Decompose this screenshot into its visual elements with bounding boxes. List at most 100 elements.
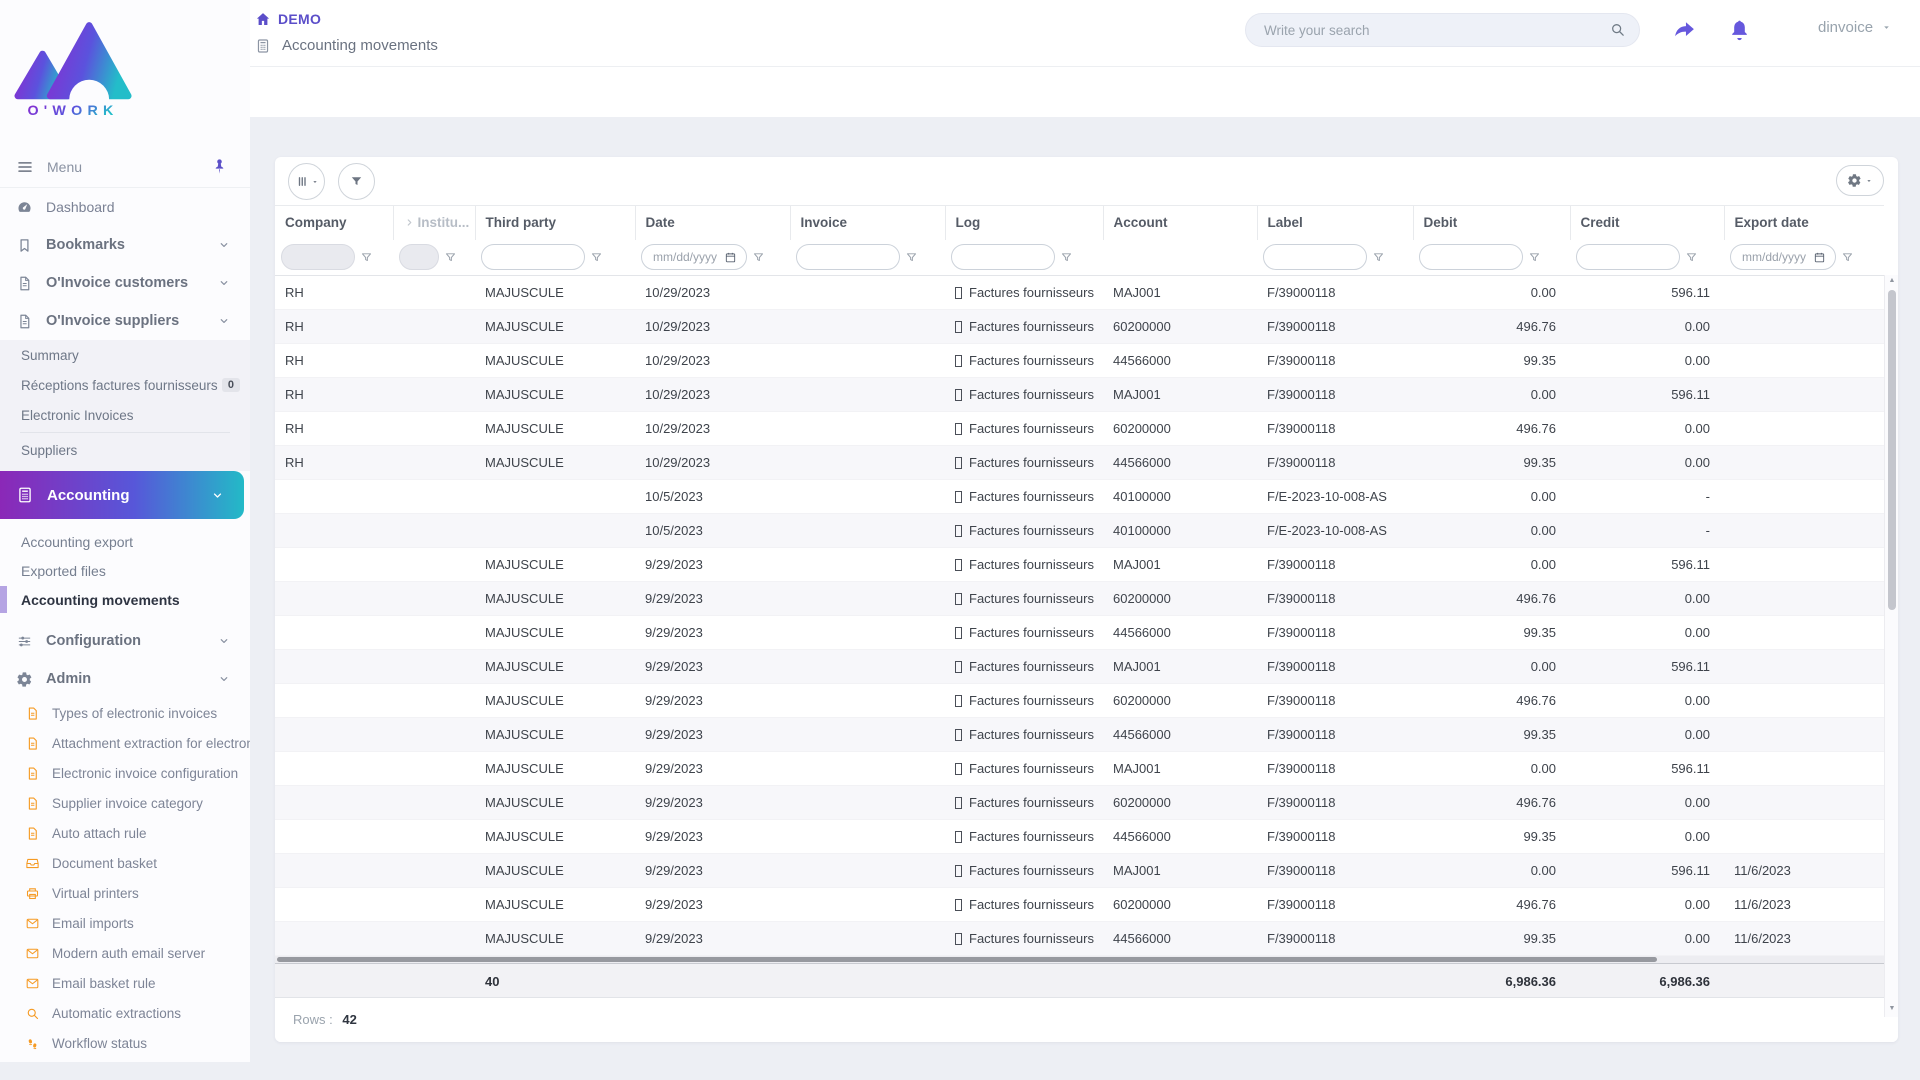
filter-input-third-party[interactable] xyxy=(481,244,585,271)
column-header-credit[interactable]: Credit xyxy=(1569,205,1724,240)
filter-funnel-icon[interactable] xyxy=(1372,251,1385,264)
gauge-icon xyxy=(16,199,33,216)
sidebar-item-receptions-factures-fournisseurs[interactable]: Réceptions factures fournisseurs 0 xyxy=(0,370,250,400)
column-header-export-date[interactable]: Export date xyxy=(1723,205,1884,240)
sidebar-item-workflow-status[interactable]: Workflow status xyxy=(0,1028,250,1058)
sidebar-item-email-basket-rule[interactable]: Email basket rule xyxy=(0,968,250,998)
filter-input-credit[interactable] xyxy=(1576,244,1680,271)
sidebar-item-oinvoice-suppliers[interactable]: O'Invoice suppliers xyxy=(0,302,250,340)
column-header-log[interactable]: Log xyxy=(944,205,1103,240)
filter-funnel-icon[interactable] xyxy=(1841,251,1854,264)
table-settings-button[interactable] xyxy=(1836,165,1884,196)
table-row[interactable]: MAJUSCULE 9/29/2023 Factures fournisseurs M… xyxy=(275,853,1884,888)
filter-funnel-icon[interactable] xyxy=(360,251,373,264)
sidebar-item-oinvoice-customers[interactable]: O'Invoice customers xyxy=(0,264,250,302)
pin-icon[interactable] xyxy=(211,158,228,175)
sidebar-item-email-imports[interactable]: Email imports xyxy=(0,908,250,938)
sidebar-item-supplier-invoice-category[interactable]: Supplier invoice category xyxy=(0,788,250,818)
table-row[interactable]: MAJUSCULE 9/29/2023 Factures fournisseurs 6… xyxy=(275,785,1884,820)
filter-input-invoice[interactable] xyxy=(796,244,900,271)
table-row[interactable]: RH MAJUSCULE 10/29/2023 Factures fournisseu… xyxy=(275,343,1884,378)
horizontal-scrollbar[interactable] xyxy=(275,956,1884,963)
user-menu[interactable]: dinvoice xyxy=(1818,19,1892,36)
table-row[interactable]: MAJUSCULE 9/29/2023 Factures fournisseurs 6… xyxy=(275,683,1884,718)
filter-button[interactable] xyxy=(338,163,375,200)
sidebar-item-document-basket[interactable]: Document basket xyxy=(0,848,250,878)
sidebar-item-modern-auth-email-server[interactable]: Modern auth email server xyxy=(0,938,250,968)
column-header-institution[interactable]: Institu... xyxy=(392,205,475,240)
sidebar-item-electronic-invoice-configuration[interactable]: Electronic invoice configuration xyxy=(0,758,250,788)
column-header-debit[interactable]: Debit xyxy=(1412,205,1570,240)
table-row[interactable]: 10/5/2023 Factures fournisseurs 40100000 F/… xyxy=(275,513,1884,548)
column-header-invoice[interactable]: Invoice xyxy=(789,205,945,240)
filter-funnel-icon[interactable] xyxy=(905,251,918,264)
filter-funnel-icon[interactable] xyxy=(1685,251,1698,264)
table-row[interactable]: RH MAJUSCULE 10/29/2023 Factures fournisseu… xyxy=(275,275,1884,310)
vertical-scrollbar[interactable]: ▲ ▼ xyxy=(1884,275,1898,1017)
table-row[interactable]: MAJUSCULE 9/29/2023 Factures fournisseurs M… xyxy=(275,547,1884,582)
sidebar-item-automatic-extractions[interactable]: Automatic extractions xyxy=(0,998,250,1028)
table-row[interactable]: MAJUSCULE 9/29/2023 Factures fournisseurs M… xyxy=(275,751,1884,786)
vertical-scrollbar-thumb[interactable] xyxy=(1888,290,1896,610)
search-input[interactable] xyxy=(1245,13,1640,47)
cell-label: F/39000118 xyxy=(1257,615,1413,650)
filter-input-log[interactable] xyxy=(951,244,1055,271)
calendar-icon[interactable] xyxy=(1813,251,1826,264)
filter-funnel-icon[interactable] xyxy=(752,251,765,264)
sidebar-item-accounting-export[interactable]: Accounting export xyxy=(0,527,250,556)
column-header-account[interactable]: Account xyxy=(1102,205,1257,240)
cell-credit: 0.00 xyxy=(1570,887,1724,922)
sidebar-menu-toggle[interactable]: Menu xyxy=(0,146,250,188)
log-icon xyxy=(955,661,962,673)
table-row[interactable]: MAJUSCULE 9/29/2023 Factures fournisseurs 4… xyxy=(275,615,1884,650)
table-row[interactable]: MAJUSCULE 9/29/2023 Factures fournisseurs 6… xyxy=(275,887,1884,922)
sidebar-item-exported-files[interactable]: Exported files xyxy=(0,556,250,585)
column-header-third-party[interactable]: Third party xyxy=(474,205,635,240)
table-row[interactable]: RH MAJUSCULE 10/29/2023 Factures fournisseu… xyxy=(275,309,1884,344)
column-header-company[interactable]: Company xyxy=(275,205,393,240)
filter-input-label[interactable] xyxy=(1263,244,1367,271)
filter-date-input-export-date[interactable]: mm/dd/yyyy xyxy=(1730,244,1837,271)
cell-log: Factures fournisseurs xyxy=(945,377,1103,412)
sidebar-item-accounting-movements[interactable]: Accounting movements xyxy=(0,585,250,614)
table-row[interactable]: RH MAJUSCULE 10/29/2023 Factures fournisseu… xyxy=(275,411,1884,446)
filter-funnel-icon[interactable] xyxy=(1060,251,1073,264)
breadcrumb[interactable]: DEMO xyxy=(255,11,321,27)
sidebar-item-accounting[interactable]: Accounting xyxy=(0,471,244,519)
table-row[interactable]: RH MAJUSCULE 10/29/2023 Factures fournisseu… xyxy=(275,377,1884,412)
table-row[interactable]: RH MAJUSCULE 10/29/2023 Factures fournisseu… xyxy=(275,445,1884,480)
table-row[interactable]: MAJUSCULE 9/29/2023 Factures fournisseurs 4… xyxy=(275,921,1884,956)
share-button[interactable] xyxy=(1670,15,1698,43)
sidebar-item-dashboard[interactable]: Dashboard xyxy=(0,188,250,226)
table-row[interactable]: MAJUSCULE 9/29/2023 Factures fournisseurs 6… xyxy=(275,581,1884,616)
horizontal-scrollbar-thumb[interactable] xyxy=(277,957,1657,962)
scroll-down-arrow[interactable]: ▼ xyxy=(1885,1003,1898,1015)
scroll-up-arrow[interactable]: ▲ xyxy=(1885,275,1898,287)
filter-funnel-icon[interactable] xyxy=(444,251,457,264)
sidebar-item-auto-attach-rule[interactable]: Auto attach rule xyxy=(0,818,250,848)
sidebar-item-summary[interactable]: Summary xyxy=(0,340,250,370)
table-row[interactable]: MAJUSCULE 9/29/2023 Factures fournisseurs 4… xyxy=(275,717,1884,752)
sidebar-item-virtual-printers[interactable]: Virtual printers xyxy=(0,878,250,908)
sidebar-item-attachment-extraction-for-electron[interactable]: Attachment extraction for electron xyxy=(0,728,250,758)
sidebar-item-types-of-electronic-invoices[interactable]: Types of electronic invoices xyxy=(0,698,250,728)
column-header-label[interactable]: Label xyxy=(1256,205,1413,240)
table-row[interactable]: MAJUSCULE 9/29/2023 Factures fournisseurs 4… xyxy=(275,819,1884,854)
table-row[interactable]: 10/5/2023 Factures fournisseurs 40100000 F/… xyxy=(275,479,1884,514)
calendar-icon[interactable] xyxy=(724,251,737,264)
notifications-button[interactable] xyxy=(1725,15,1753,43)
sidebar-item-suppliers[interactable]: Suppliers xyxy=(0,435,250,465)
sidebar-item-configuration[interactable]: Configuration xyxy=(0,622,250,660)
search-icon[interactable] xyxy=(1609,21,1626,38)
filter-funnel-icon[interactable] xyxy=(590,251,603,264)
filter-funnel-icon[interactable] xyxy=(1528,251,1541,264)
columns-button[interactable] xyxy=(288,163,325,200)
filter-input-debit[interactable] xyxy=(1419,244,1523,271)
sidebar-item-admin[interactable]: Admin xyxy=(0,660,250,698)
table-row[interactable]: MAJUSCULE 9/29/2023 Factures fournisseurs M… xyxy=(275,649,1884,684)
column-header-date[interactable]: Date xyxy=(634,205,790,240)
sidebar-item-electronic-invoices[interactable]: Electronic Invoices xyxy=(0,400,250,430)
sidebar-item-bookmarks[interactable]: Bookmarks xyxy=(0,226,250,264)
cell-credit: 0.00 xyxy=(1570,819,1724,854)
filter-date-input-date[interactable]: mm/dd/yyyy xyxy=(641,244,748,271)
